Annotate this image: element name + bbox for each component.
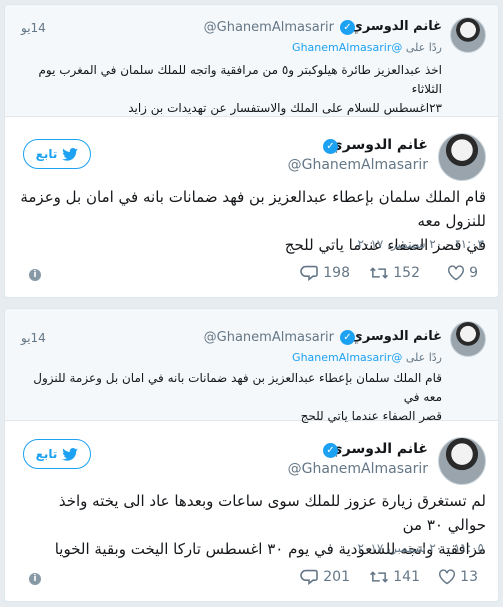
reply-count: 201 bbox=[323, 569, 350, 585]
avatar[interactable] bbox=[438, 133, 486, 181]
reply-count: 198 bbox=[323, 265, 350, 281]
reply-to-handle[interactable]: @GhanemAlmasarir bbox=[292, 351, 402, 364]
reply-text: قام الملك سلمان بإعطاء عبدالعزيز بن فهد … bbox=[22, 369, 442, 426]
reply-text-line: اخذ عبدالعزيز طائرة هيلوكبتر و٥ من مرافق… bbox=[38, 63, 442, 96]
reply-text-line: قام الملك سلمان بإعطاء عبدالعزيز بن فهد … bbox=[33, 371, 442, 404]
retweet-action[interactable]: 152 bbox=[369, 265, 420, 281]
reply-to-handle[interactable]: @GhanemAlmasarir bbox=[292, 41, 402, 54]
reply-text: اخذ عبدالعزيز طائرة هيلوكبتر و٥ من مرافق… bbox=[22, 61, 442, 118]
tweet-date[interactable]: ١١:٠٣ - ٢٠ سبتمبر، ٢٠١٧ bbox=[358, 237, 484, 251]
tweet-time[interactable]: 14يو bbox=[21, 21, 46, 35]
author-name[interactable]: غانم الدوسري bbox=[351, 329, 442, 344]
reply-tweet[interactable]: غانم الدوسري ✓ @GhanemAlmasarir 14يو ردً… bbox=[5, 5, 498, 117]
main-tweet: غانم الدوسري ✓ @GhanemAlmasarir تابع لم … bbox=[5, 421, 498, 601]
like-action[interactable]: 9 bbox=[447, 265, 478, 281]
twitter-bird-icon bbox=[62, 447, 79, 461]
verified-icon: ✓ bbox=[340, 20, 355, 35]
info-icon[interactable]: i bbox=[29, 269, 41, 281]
author-name[interactable]: غانم الدوسري bbox=[330, 441, 428, 457]
reply-to: ردًا على @GhanemAlmasarir bbox=[292, 351, 442, 364]
reply-action[interactable]: 201 bbox=[299, 569, 350, 585]
tweet-card: غانم الدوسري ✓ @GhanemAlmasarir 14يو ردً… bbox=[4, 4, 499, 298]
like-count: 9 bbox=[469, 265, 478, 281]
twitter-bird-icon bbox=[62, 147, 79, 161]
reply-action[interactable]: 198 bbox=[299, 265, 350, 281]
tweet-text-line: قام الملك سلمان بإعطاء عبدالعزيز بن فهد … bbox=[20, 188, 486, 230]
retweet-icon bbox=[370, 571, 389, 583]
author-handle[interactable]: @GhanemAlmasarir bbox=[204, 330, 334, 345]
avatar[interactable] bbox=[450, 17, 486, 53]
reply-to-prefix: ردًا على bbox=[405, 351, 442, 364]
retweet-count: 141 bbox=[393, 569, 420, 585]
retweet-action[interactable]: 141 bbox=[369, 569, 420, 585]
follow-label: تابع bbox=[35, 447, 58, 461]
follow-label: تابع bbox=[35, 147, 58, 161]
follow-button[interactable]: تابع bbox=[23, 139, 91, 169]
verified-icon: ✓ bbox=[340, 330, 355, 345]
reply-to-prefix: ردًا على bbox=[405, 41, 442, 54]
verified-icon: ✓ bbox=[323, 443, 338, 458]
heart-icon bbox=[448, 265, 465, 281]
tweet-card: غانم الدوسري ✓ @GhanemAlmasarir 14يو ردً… bbox=[4, 308, 499, 602]
verified-icon: ✓ bbox=[323, 139, 338, 154]
retweet-count: 152 bbox=[393, 265, 420, 281]
like-count: 13 bbox=[460, 569, 478, 585]
avatar[interactable] bbox=[438, 437, 486, 485]
reply-text-line: ٢٣اغسطس للسلام على الملك والاستفسار عن ت… bbox=[128, 101, 442, 115]
reply-icon bbox=[300, 265, 319, 281]
reply-icon bbox=[300, 569, 319, 585]
author-name[interactable]: غانم الدوسري bbox=[330, 137, 428, 153]
like-action[interactable]: 13 bbox=[438, 569, 478, 585]
retweet-icon bbox=[370, 267, 389, 279]
reply-to: ردًا على @GhanemAlmasarir bbox=[292, 41, 442, 54]
reply-tweet[interactable]: غانم الدوسري ✓ @GhanemAlmasarir 14يو ردً… bbox=[5, 309, 498, 423]
info-icon[interactable]: i bbox=[29, 573, 41, 585]
tweet-date[interactable]: ١١:٠٥ - ٢٠ سبتمبر، ٢٠١٧ bbox=[358, 541, 484, 555]
heart-icon bbox=[439, 569, 456, 585]
author-handle[interactable]: @GhanemAlmasarir bbox=[288, 461, 428, 477]
avatar[interactable] bbox=[450, 321, 486, 357]
tweet-text-line: لم تستغرق زيارة عزوز للملك سوى ساعات وبع… bbox=[58, 492, 486, 534]
follow-button[interactable]: تابع bbox=[23, 439, 91, 469]
author-handle[interactable]: @GhanemAlmasarir bbox=[288, 157, 428, 173]
author-handle[interactable]: @GhanemAlmasarir bbox=[204, 20, 334, 35]
tweet-time[interactable]: 14يو bbox=[21, 331, 46, 345]
main-tweet: غانم الدوسري ✓ @GhanemAlmasarir تابع قام… bbox=[5, 117, 498, 297]
author-name[interactable]: غانم الدوسري bbox=[351, 19, 442, 34]
timeline: غانم الدوسري ✓ @GhanemAlmasarir 14يو ردً… bbox=[0, 0, 503, 607]
